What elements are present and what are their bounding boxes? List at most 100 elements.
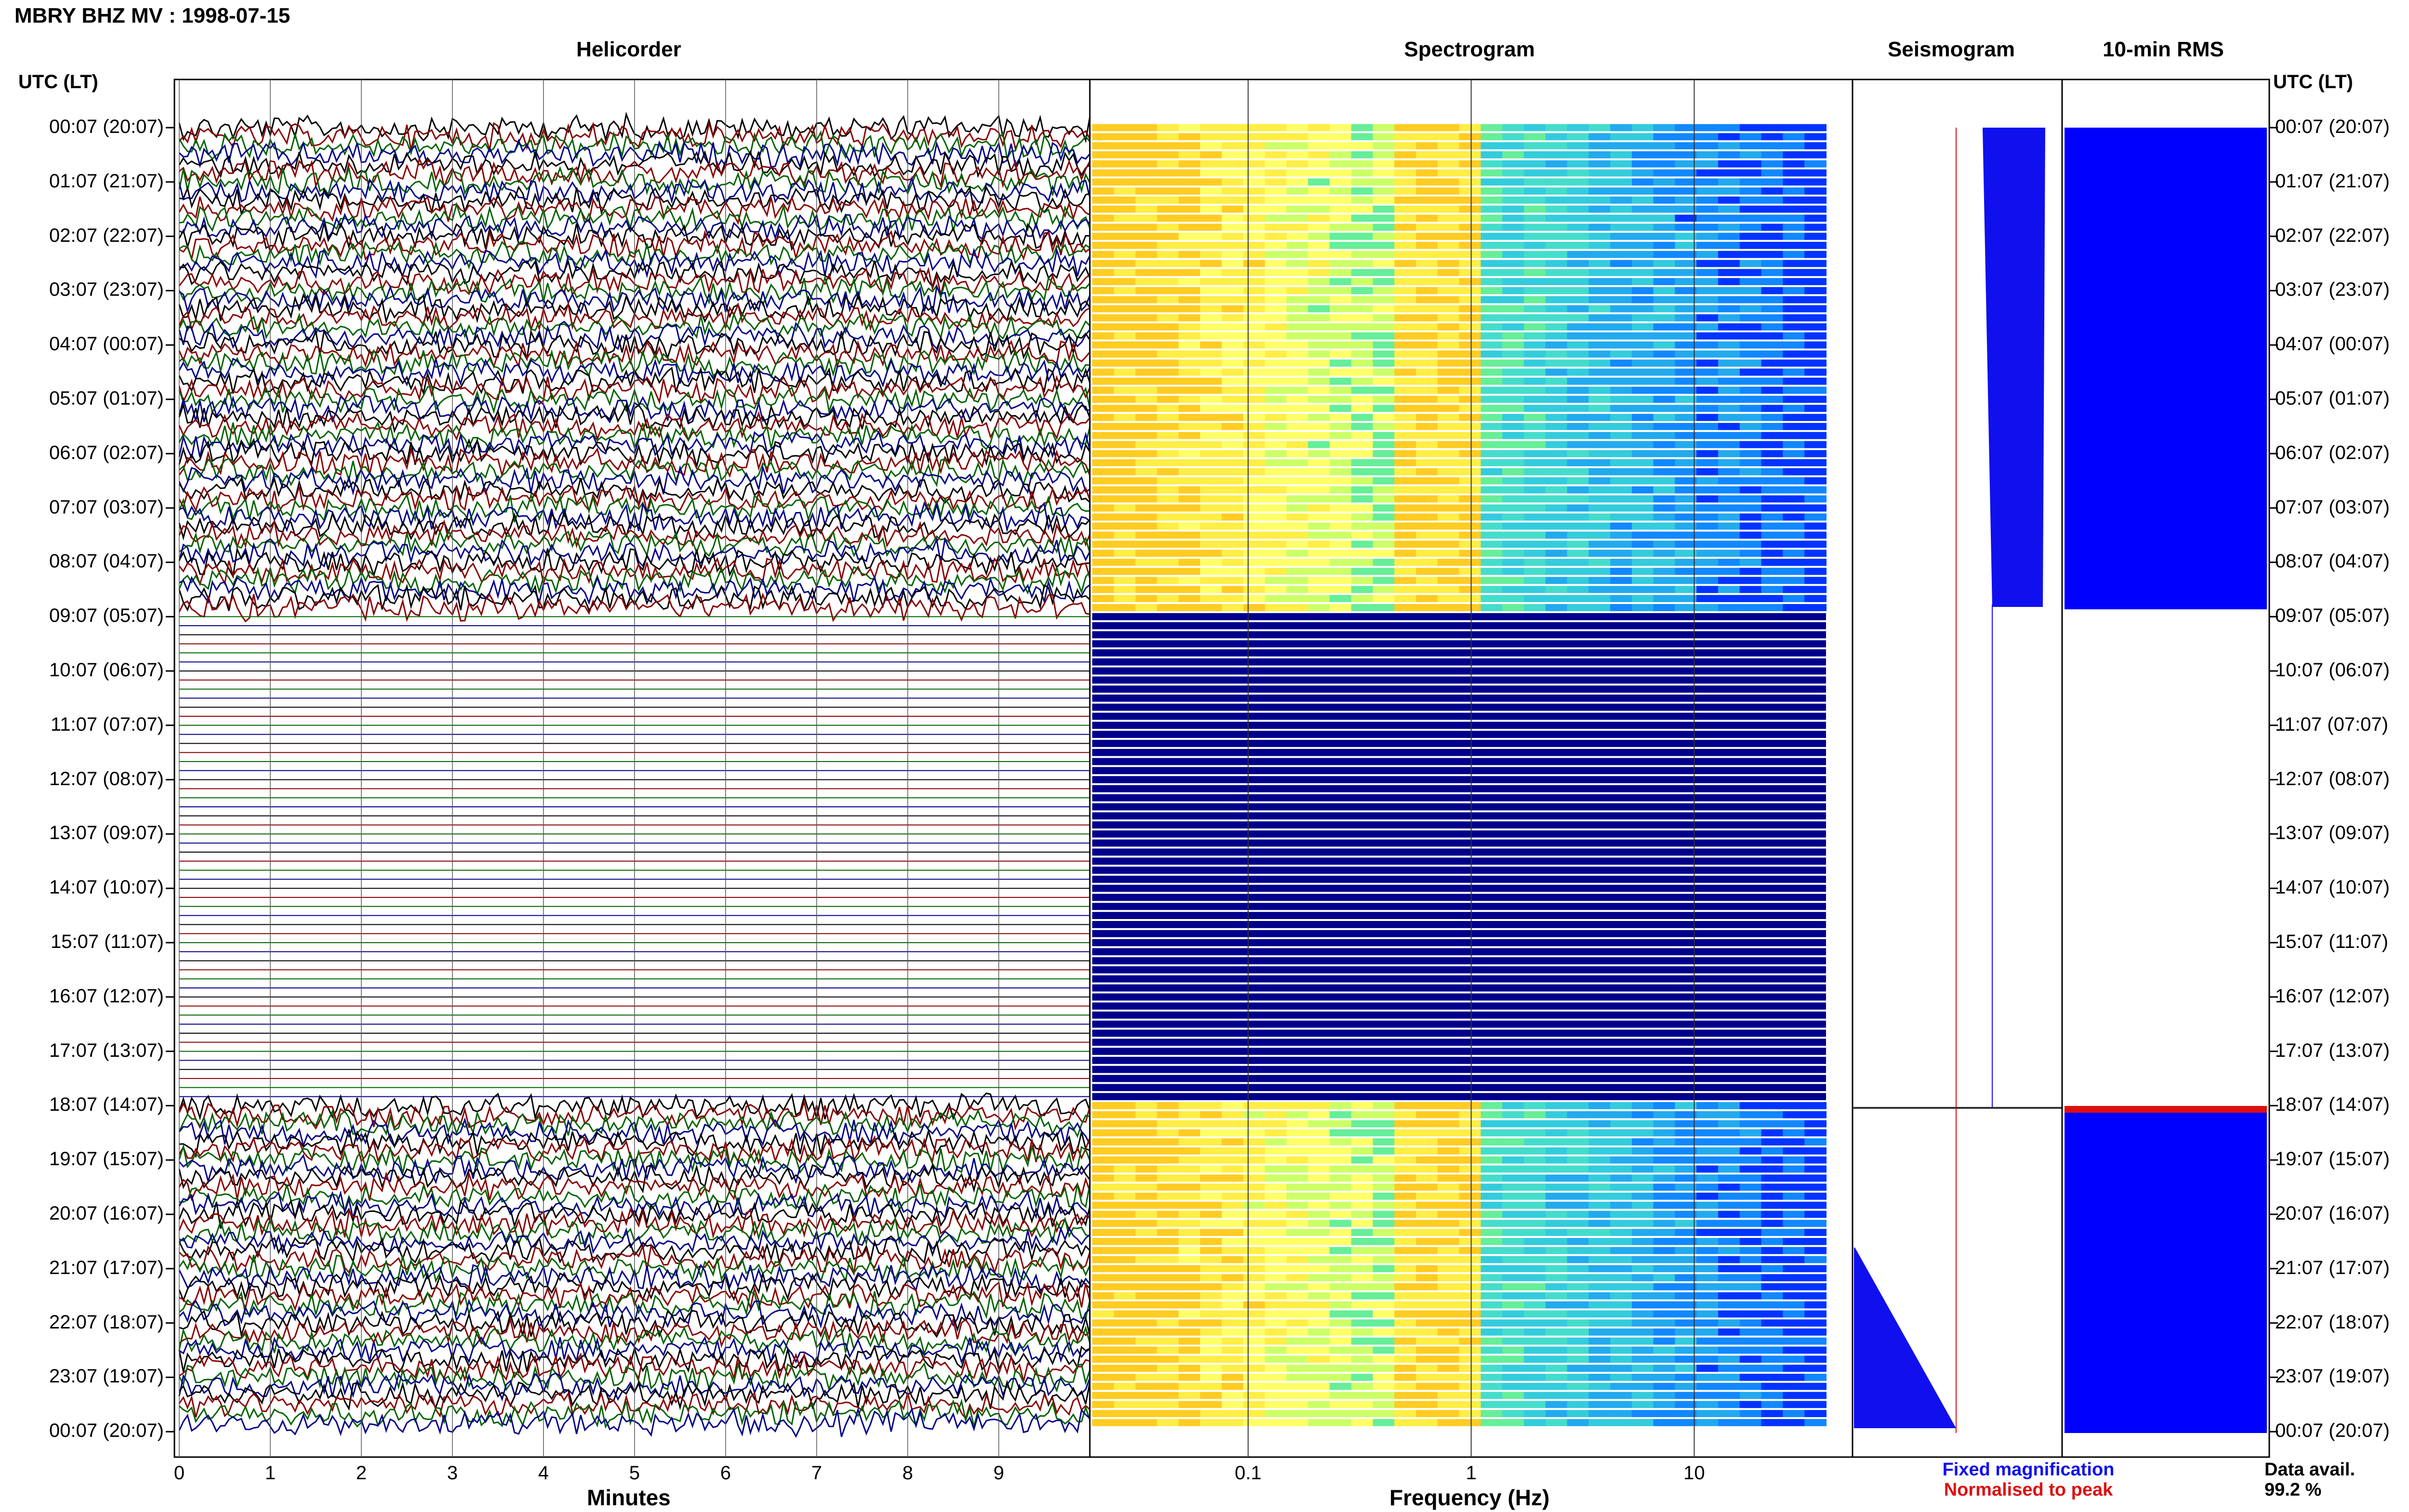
spectrogram-cell xyxy=(1373,1238,1395,1245)
spectrogram-cell xyxy=(1092,1247,1114,1254)
spectrogram-cell xyxy=(1243,1355,1266,1363)
spectrogram-cell xyxy=(1437,359,1460,367)
spectrogram-cell xyxy=(1092,531,1114,539)
data-availability-label: Data avail. xyxy=(2264,1459,2355,1480)
spectrogram-cell xyxy=(1631,1355,1654,1363)
spectrogram-cell xyxy=(1567,1102,1589,1109)
spectrogram-cell xyxy=(1394,595,1416,602)
spectrogram-cell xyxy=(1653,395,1676,403)
spectrogram-cell xyxy=(1653,1355,1676,1363)
spectrogram-cell xyxy=(1459,559,1482,566)
spectrogram-cell xyxy=(1437,242,1460,249)
spectrogram-cell xyxy=(1394,151,1416,158)
spectrogram-cell xyxy=(1653,1274,1676,1281)
spectrogram-cell xyxy=(1783,1328,1805,1336)
spectrogram-cell xyxy=(1718,531,1740,539)
spectrogram-cell xyxy=(1394,567,1416,575)
spectrogram-cell xyxy=(1588,531,1611,539)
spectrogram-cell xyxy=(1416,197,1438,204)
spectrogram-cell xyxy=(1502,205,1524,213)
spectrogram-cell xyxy=(1631,1401,1654,1408)
spectrogram-cell xyxy=(1178,423,1201,430)
spectrogram-cell xyxy=(1200,586,1222,593)
spectrogram-cell xyxy=(1502,278,1524,285)
spectrogram-cell xyxy=(1200,386,1222,394)
spectrogram-cell xyxy=(1200,1193,1222,1200)
spectrogram-cell xyxy=(1394,1174,1416,1182)
spectrogram-cell xyxy=(1308,1328,1330,1336)
spectrogram-cell xyxy=(1523,305,1546,313)
spectrogram-cell xyxy=(1804,531,1827,539)
spectrogram-cell xyxy=(1416,604,1438,611)
time-label-right: 14:07 (10:07) xyxy=(2275,877,2390,898)
time-label-left: 09:07 (05:07) xyxy=(49,605,164,627)
spectrogram-cell xyxy=(1761,577,1784,584)
spectrogram-cell xyxy=(1567,441,1589,448)
spectrogram-cell xyxy=(1631,1201,1654,1209)
spectrogram-cell xyxy=(1631,595,1654,602)
spectrogram-cell xyxy=(1653,1193,1676,1200)
spectrogram-cell xyxy=(1351,1319,1374,1327)
spectrogram-cell xyxy=(1610,1382,1632,1390)
spectrogram-cell xyxy=(1437,577,1460,584)
spectrogram-cell xyxy=(1804,1374,1827,1381)
spectrogram-cell xyxy=(1502,378,1524,385)
spectrogram-cell xyxy=(1523,1201,1546,1209)
spectrogram-cell xyxy=(1739,314,1762,322)
spectrogram-cell xyxy=(1761,522,1784,530)
spectrogram-cell xyxy=(1416,1346,1438,1354)
spectrogram-cell xyxy=(1675,1410,1697,1417)
spectrogram-cell xyxy=(1092,386,1114,394)
spectrogram-cell xyxy=(1178,142,1201,149)
spectrogram-cell xyxy=(1459,1129,1482,1137)
spectrogram-cell xyxy=(1243,1401,1266,1408)
spectrogram-cell xyxy=(1783,405,1805,412)
spectrogram-cell xyxy=(1373,468,1395,475)
spectrogram-cell xyxy=(1696,1183,1719,1191)
spectrogram-cell xyxy=(1631,522,1654,530)
spectrogram-cell xyxy=(1200,1156,1222,1164)
spectrogram-cell xyxy=(1221,368,1244,376)
spectrogram-cell xyxy=(1157,577,1179,584)
spectrogram-cell xyxy=(1653,332,1676,340)
spectrogram-cell xyxy=(1178,486,1201,494)
spectrogram-gap-row xyxy=(1092,884,1826,892)
time-label-right: 08:07 (04:07) xyxy=(2275,551,2390,572)
spectrogram-cell xyxy=(1783,486,1805,494)
spectrogram-cell xyxy=(1610,323,1632,330)
spectrogram-cell xyxy=(1631,169,1654,177)
spectrogram-cell xyxy=(1545,278,1568,285)
spectrogram-cell xyxy=(1718,414,1740,421)
spectrogram-cell xyxy=(1610,341,1632,349)
spectrogram-cell xyxy=(1545,224,1568,231)
spectrogram-cell xyxy=(1653,350,1676,358)
spectrogram-cell xyxy=(1308,1165,1330,1173)
time-label-left: 20:07 (16:07) xyxy=(49,1203,164,1224)
spectrogram-cell xyxy=(1696,1111,1719,1118)
spectrogram-cell xyxy=(1696,604,1719,611)
spectrogram-cell xyxy=(1221,178,1244,186)
spectrogram-cell xyxy=(1308,151,1330,158)
spectrogram-cell xyxy=(1243,531,1266,539)
spectrogram-cell xyxy=(1351,233,1374,240)
spectrogram-cell xyxy=(1783,1247,1805,1254)
time-label-right: 10:07 (06:07) xyxy=(2275,659,2390,681)
spectrogram-cell xyxy=(1696,250,1719,258)
spectrogram-cell xyxy=(1804,314,1827,322)
spectrogram-gap-row xyxy=(1092,1057,1826,1064)
spectrogram-cell xyxy=(1135,468,1158,475)
spectrogram-cell xyxy=(1718,423,1740,430)
spectrogram-cell xyxy=(1761,233,1784,240)
spectrogram-cell xyxy=(1092,214,1114,222)
spectrogram-cell xyxy=(1523,1310,1546,1318)
spectrogram-cell xyxy=(1178,1102,1201,1109)
spectrogram-cell xyxy=(1394,133,1416,141)
spectrogram-cell xyxy=(1739,540,1762,548)
spectrogram-cell xyxy=(1113,233,1136,240)
spectrogram-cell xyxy=(1308,386,1330,394)
spectrogram-cell xyxy=(1783,160,1805,168)
time-label-left: 23:07 (19:07) xyxy=(49,1366,164,1387)
spectrogram-cell xyxy=(1135,1419,1158,1426)
spectrogram-cell xyxy=(1178,368,1201,376)
spectrogram-cell xyxy=(1631,1292,1654,1300)
